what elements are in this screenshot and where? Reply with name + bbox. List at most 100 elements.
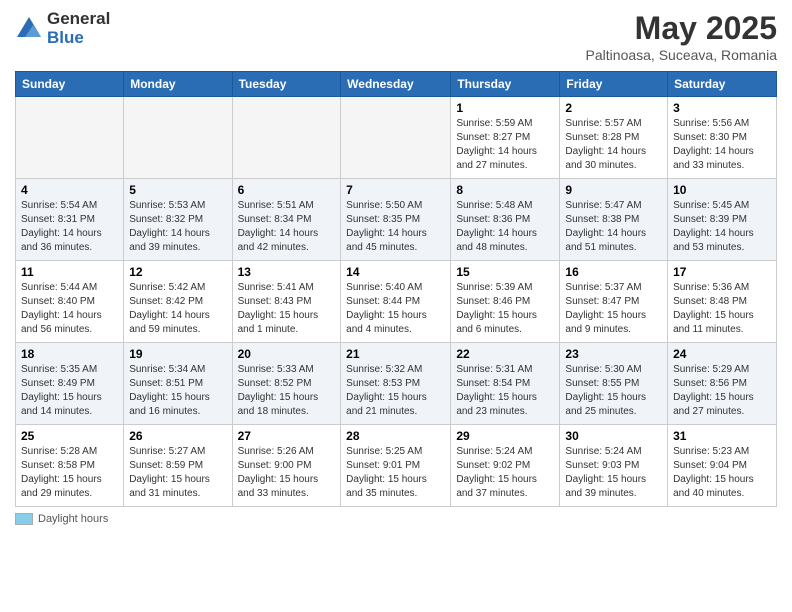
day-info: Sunrise: 5:57 AMSunset: 8:28 PMDaylight:… — [565, 117, 662, 173]
daylight-swatch — [15, 513, 33, 525]
day-info: Sunrise: 5:27 AMSunset: 8:59 PMDaylight:… — [129, 445, 226, 501]
calendar-cell: 31 Sunrise: 5:23 AMSunset: 9:04 PMDayligh… — [668, 425, 777, 507]
day-info: Sunrise: 5:25 AMSunset: 9:01 PMDaylight:… — [346, 445, 445, 501]
calendar-cell: 26 Sunrise: 5:27 AMSunset: 8:59 PMDayligh… — [124, 425, 232, 507]
calendar-cell: 20 Sunrise: 5:33 AMSunset: 8:52 PMDayligh… — [232, 343, 341, 425]
calendar-cell: 18 Sunrise: 5:35 AMSunset: 8:49 PMDayligh… — [16, 343, 124, 425]
day-info: Sunrise: 5:28 AMSunset: 8:58 PMDaylight:… — [21, 445, 118, 501]
footer: Daylight hours — [15, 513, 777, 525]
day-number: 5 — [129, 183, 226, 197]
day-info: Sunrise: 5:23 AMSunset: 9:04 PMDaylight:… — [673, 445, 771, 501]
day-number: 28 — [346, 429, 445, 443]
day-number: 19 — [129, 347, 226, 361]
day-number: 1 — [456, 101, 554, 115]
day-info: Sunrise: 5:44 AMSunset: 8:40 PMDaylight:… — [21, 281, 118, 337]
logo-text: General Blue — [47, 10, 110, 47]
calendar-cell: 24Sunrise: 5:29 AMSunset: 8:56 PMDayligh… — [668, 343, 777, 425]
day-number: 29 — [456, 429, 554, 443]
day-info: Sunrise: 5:42 AMSunset: 8:42 PMDaylight:… — [129, 281, 226, 337]
day-number: 17 — [673, 265, 771, 279]
calendar-cell: 13Sunrise: 5:41 AMSunset: 8:43 PMDayligh… — [232, 261, 341, 343]
calendar-cell: 11 Sunrise: 5:44 AMSunset: 8:40 PMDayligh… — [16, 261, 124, 343]
calendar-cell: 23 Sunrise: 5:30 AMSunset: 8:55 PMDayligh… — [560, 343, 668, 425]
calendar-cell: 16Sunrise: 5:37 AMSunset: 8:47 PMDayligh… — [560, 261, 668, 343]
day-info: Sunrise: 5:30 AMSunset: 8:55 PMDaylight:… — [565, 363, 662, 419]
day-header-wednesday: Wednesday — [341, 72, 451, 97]
day-info: Sunrise: 5:53 AMSunset: 8:32 PMDaylight:… — [129, 199, 226, 255]
calendar-week-4: 18 Sunrise: 5:35 AMSunset: 8:49 PMDayligh… — [16, 343, 777, 425]
footer-label: Daylight hours — [38, 513, 108, 525]
day-info: Sunrise: 5:47 AMSunset: 8:38 PMDaylight:… — [565, 199, 662, 255]
day-info: Sunrise: 5:33 AMSunset: 8:52 PMDaylight:… — [238, 363, 336, 419]
month-title: May 2025 — [586, 10, 777, 47]
day-info: Sunrise: 5:32 AMSunset: 8:53 PMDaylight:… — [346, 363, 445, 419]
day-info: Sunrise: 5:36 AMSunset: 8:48 PMDaylight:… — [673, 281, 771, 337]
day-info: Sunrise: 5:45 AMSunset: 8:39 PMDaylight:… — [673, 199, 771, 255]
day-number: 12 — [129, 265, 226, 279]
calendar-cell: 22 Sunrise: 5:31 AMSunset: 8:54 PMDayligh… — [451, 343, 560, 425]
calendar-cell: 3 Sunrise: 5:56 AMSunset: 8:30 PMDaylight… — [668, 97, 777, 179]
day-number: 22 — [456, 347, 554, 361]
day-number: 31 — [673, 429, 771, 443]
calendar-week-5: 25 Sunrise: 5:28 AMSunset: 8:58 PMDayligh… — [16, 425, 777, 507]
calendar-table: SundayMondayTuesdayWednesdayThursdayFrid… — [15, 71, 777, 507]
day-info: Sunrise: 5:31 AMSunset: 8:54 PMDaylight:… — [456, 363, 554, 419]
calendar-cell: 19Sunrise: 5:34 AMSunset: 8:51 PMDayligh… — [124, 343, 232, 425]
calendar-week-2: 4Sunrise: 5:54 AMSunset: 8:31 PMDaylight… — [16, 179, 777, 261]
day-info: Sunrise: 5:40 AMSunset: 8:44 PMDaylight:… — [346, 281, 445, 337]
title-area: May 2025 Paltinoasa, Suceava, Romania — [586, 10, 777, 63]
calendar-cell: 6Sunrise: 5:51 AMSunset: 8:34 PMDaylight… — [232, 179, 341, 261]
calendar-cell: 30Sunrise: 5:24 AMSunset: 9:03 PMDayligh… — [560, 425, 668, 507]
calendar-cell: 2Sunrise: 5:57 AMSunset: 8:28 PMDaylight… — [560, 97, 668, 179]
day-info: Sunrise: 5:54 AMSunset: 8:31 PMDaylight:… — [21, 199, 118, 255]
day-number: 7 — [346, 183, 445, 197]
calendar-cell: 9 Sunrise: 5:47 AMSunset: 8:38 PMDaylight… — [560, 179, 668, 261]
calendar-cell — [341, 97, 451, 179]
calendar-week-1: 1Sunrise: 5:59 AMSunset: 8:27 PMDaylight… — [16, 97, 777, 179]
calendar-cell: 4Sunrise: 5:54 AMSunset: 8:31 PMDaylight… — [16, 179, 124, 261]
calendar-cell: 5 Sunrise: 5:53 AMSunset: 8:32 PMDaylight… — [124, 179, 232, 261]
day-info: Sunrise: 5:39 AMSunset: 8:46 PMDaylight:… — [456, 281, 554, 337]
day-info: Sunrise: 5:26 AMSunset: 9:00 PMDaylight:… — [238, 445, 336, 501]
day-number: 10 — [673, 183, 771, 197]
day-number: 15 — [456, 265, 554, 279]
logo-icon — [15, 15, 43, 43]
calendar-cell: 17 Sunrise: 5:36 AMSunset: 8:48 PMDayligh… — [668, 261, 777, 343]
calendar-cell: 28 Sunrise: 5:25 AMSunset: 9:01 PMDayligh… — [341, 425, 451, 507]
day-info: Sunrise: 5:56 AMSunset: 8:30 PMDaylight:… — [673, 117, 771, 173]
calendar-cell: 21 Sunrise: 5:32 AMSunset: 8:53 PMDayligh… — [341, 343, 451, 425]
day-number: 11 — [21, 265, 118, 279]
day-header-tuesday: Tuesday — [232, 72, 341, 97]
logo: General Blue — [15, 10, 110, 47]
day-info: Sunrise: 5:48 AMSunset: 8:36 PMDaylight:… — [456, 199, 554, 255]
day-header-saturday: Saturday — [668, 72, 777, 97]
calendar-cell: 10 Sunrise: 5:45 AMSunset: 8:39 PMDayligh… — [668, 179, 777, 261]
day-number: 14 — [346, 265, 445, 279]
day-number: 9 — [565, 183, 662, 197]
day-info: Sunrise: 5:35 AMSunset: 8:49 PMDaylight:… — [21, 363, 118, 419]
day-number: 18 — [21, 347, 118, 361]
day-number: 6 — [238, 183, 336, 197]
day-number: 3 — [673, 101, 771, 115]
day-number: 21 — [346, 347, 445, 361]
calendar-cell — [232, 97, 341, 179]
day-number: 16 — [565, 265, 662, 279]
logo-blue: Blue — [47, 29, 110, 48]
calendar-cell — [124, 97, 232, 179]
calendar-cell: 8Sunrise: 5:48 AMSunset: 8:36 PMDaylight… — [451, 179, 560, 261]
day-header-thursday: Thursday — [451, 72, 560, 97]
calendar-cell: 25 Sunrise: 5:28 AMSunset: 8:58 PMDayligh… — [16, 425, 124, 507]
day-number: 30 — [565, 429, 662, 443]
day-number: 25 — [21, 429, 118, 443]
day-number: 26 — [129, 429, 226, 443]
subtitle: Paltinoasa, Suceava, Romania — [586, 47, 777, 63]
header-row: SundayMondayTuesdayWednesdayThursdayFrid… — [16, 72, 777, 97]
calendar-cell — [16, 97, 124, 179]
calendar-cell: 27Sunrise: 5:26 AMSunset: 9:00 PMDayligh… — [232, 425, 341, 507]
day-number: 23 — [565, 347, 662, 361]
calendar-cell: 15 Sunrise: 5:39 AMSunset: 8:46 PMDayligh… — [451, 261, 560, 343]
day-header-friday: Friday — [560, 72, 668, 97]
calendar-week-3: 11 Sunrise: 5:44 AMSunset: 8:40 PMDayligh… — [16, 261, 777, 343]
day-number: 20 — [238, 347, 336, 361]
logo-general: General — [47, 10, 110, 29]
